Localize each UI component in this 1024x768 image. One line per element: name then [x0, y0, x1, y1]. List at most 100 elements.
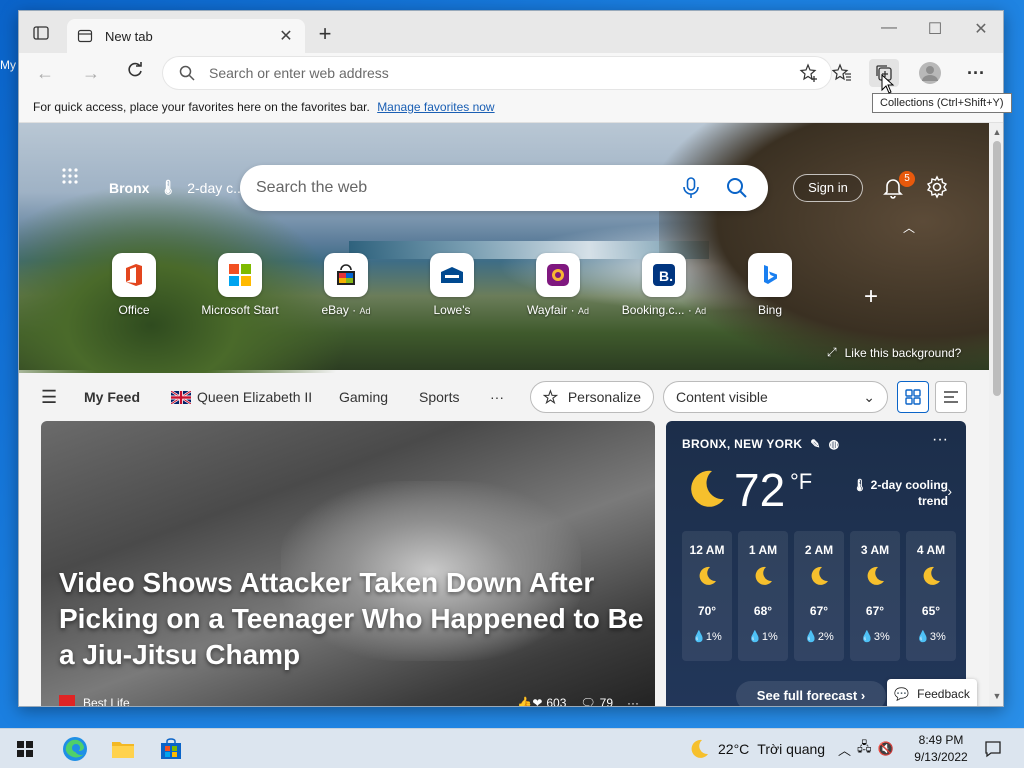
scroll-up-arrow-icon[interactable]: ▲	[991, 127, 1003, 137]
chevron-right-icon[interactable]: ›	[947, 483, 952, 499]
background-image	[19, 123, 989, 373]
ebay-icon	[324, 253, 368, 297]
add-favorite-icon[interactable]	[799, 63, 819, 83]
weather-card[interactable]: BRONX, NEW YORK ✎ ◍ ··· 72 °F 🌡 2-day co…	[666, 421, 966, 706]
quicklink-wayfair[interactable]: Wayfair · Ad	[508, 253, 608, 317]
top-story-card[interactable]: Video Shows Attacker Taken Down After Pi…	[41, 421, 655, 707]
address-input[interactable]	[209, 65, 799, 81]
quicklink-label: Microsoft Start	[201, 303, 279, 317]
tab-my-feed[interactable]: My Feed	[84, 389, 140, 405]
tab-queen-elizabeth[interactable]: Queen Elizabeth II	[171, 389, 312, 405]
see-full-forecast-button[interactable]: See full forecast ›	[736, 681, 886, 706]
tab-gaming[interactable]: Gaming	[339, 389, 388, 405]
personalize-button[interactable]: Personalize	[530, 381, 654, 413]
manage-favorites-link[interactable]: Manage favorites now	[377, 100, 494, 114]
show-hidden-icons-chevron-icon[interactable]: ︿	[838, 740, 851, 759]
sign-in-button[interactable]: Sign in	[793, 174, 863, 202]
location-weather[interactable]: Bronx 🌡 2-day c...	[109, 179, 245, 196]
taskbar-clock[interactable]: 8:49 PM 9/13/2022	[906, 732, 976, 766]
edit-pencil-icon[interactable]: ✎	[810, 437, 820, 451]
moon-icon	[811, 566, 828, 585]
comments-button[interactable]: 🗨 79	[580, 696, 613, 706]
new-tab-button[interactable]: +	[313, 23, 337, 45]
tab-sports[interactable]: Sports	[419, 389, 459, 405]
moon-icon	[699, 566, 716, 585]
quicklink-microsoft-start[interactable]: Microsoft Start	[190, 253, 290, 317]
hour-precip-value: 1%	[705, 631, 722, 643]
quicklink-booking[interactable]: B. Booking.c... · Ad	[614, 253, 714, 317]
hamburger-menu-icon[interactable]: ☰	[41, 387, 57, 408]
hour-item[interactable]: 12 AM 70° 💧1%	[682, 531, 732, 661]
settings-more-button[interactable]: ···	[961, 59, 991, 87]
taskbar-weather[interactable]: 22°C Trời quang	[688, 729, 825, 768]
scroll-down-arrow-icon[interactable]: ▼	[991, 691, 1003, 701]
weather-more-button[interactable]: ···	[932, 431, 948, 449]
taskbar: 22°C Trời quang ︿ 🖧 🔇 8:49 PM 9/13/2022	[0, 728, 1024, 768]
quicklink-ebay[interactable]: eBay · Ad	[296, 253, 396, 317]
web-search-input[interactable]	[256, 179, 682, 197]
desktop-icon-label[interactable]: My	[0, 58, 16, 72]
weather-location-name: BRONX, NEW YORK	[682, 437, 803, 451]
reactions-button[interactable]: 👍❤ 603	[517, 696, 567, 707]
tab-new-tab[interactable]: New tab ✕	[67, 19, 305, 53]
hour-item[interactable]: 2 AM 67° 💧2%	[794, 531, 844, 661]
reactions-count: 603	[546, 696, 567, 707]
office-icon	[112, 253, 156, 297]
weather-location[interactable]: BRONX, NEW YORK ✎ ◍	[682, 437, 839, 451]
grid-view-icon	[905, 389, 921, 405]
collections-tooltip: Collections (Ctrl+Shift+Y)	[872, 93, 1012, 113]
quicklink-bing[interactable]: Bing	[720, 253, 820, 317]
forward-button[interactable]: →	[77, 61, 105, 85]
collapse-chevron-icon[interactable]: ︿	[903, 219, 915, 236]
story-headline[interactable]: Video Shows Attacker Taken Down After Pi…	[59, 565, 649, 673]
start-button[interactable]	[10, 735, 40, 763]
temperature-unit[interactable]: °F	[790, 469, 812, 495]
grid-view-button[interactable]	[897, 381, 929, 413]
scrollbar-thumb[interactable]	[993, 141, 1001, 396]
quicklink-lowes[interactable]: Lowe's	[402, 253, 502, 317]
address-bar[interactable]	[163, 57, 831, 89]
globe-icon[interactable]: ◍	[829, 437, 840, 451]
hour-temp: 67°	[809, 604, 829, 618]
page-settings-gear-icon[interactable]	[925, 175, 949, 199]
mouse-cursor-icon	[881, 74, 895, 94]
volume-muted-icon[interactable]: 🔇	[878, 741, 894, 757]
content-visibility-select[interactable]: Content visible ⌄	[663, 381, 888, 413]
hour-item[interactable]: 1 AM 68° 💧1%	[738, 531, 788, 661]
hour-item[interactable]: 3 AM 67° 💧3%	[850, 531, 900, 661]
story-more-button[interactable]: ···	[627, 696, 639, 706]
feedback-button[interactable]: 💬 Feedback	[887, 679, 977, 706]
weather-trend[interactable]: 🌡 2-day cooling trend	[838, 477, 948, 509]
like-background-button[interactable]: ⤢ Like this background?	[827, 345, 961, 360]
feed-more-button[interactable]: ···	[490, 389, 504, 405]
apps-launcher-icon[interactable]	[61, 167, 81, 187]
page-scrollbar[interactable]: ▲ ▼	[989, 123, 1003, 706]
edge-browser-icon	[63, 737, 87, 761]
taskbar-store-button[interactable]	[156, 735, 186, 763]
refresh-button[interactable]	[121, 61, 149, 85]
taskbar-file-explorer-button[interactable]	[108, 735, 138, 763]
microphone-icon[interactable]	[682, 177, 700, 199]
profile-button[interactable]	[915, 59, 945, 87]
quicklink-office[interactable]: Office	[84, 253, 184, 317]
close-window-button[interactable]: ✕	[961, 19, 1001, 39]
close-tab-icon[interactable]: ✕	[277, 26, 295, 46]
notification-center-button[interactable]	[978, 735, 1008, 763]
back-button[interactable]: ←	[31, 61, 59, 85]
store-icon	[161, 738, 181, 759]
minimize-button[interactable]: —	[869, 19, 909, 37]
tab-actions-button[interactable]	[27, 21, 55, 45]
hour-item[interactable]: 4 AM 65° 💧3%	[906, 531, 956, 661]
search-submit-icon[interactable]	[726, 177, 748, 199]
droplet-icon: 💧	[748, 631, 762, 643]
list-view-button[interactable]	[935, 381, 967, 413]
droplet-icon: 💧	[692, 631, 706, 643]
favorites-button[interactable]	[827, 59, 857, 87]
taskbar-edge-button[interactable]	[60, 735, 90, 763]
maximize-button[interactable]: ☐	[915, 19, 955, 39]
network-icon[interactable]: 🖧	[857, 738, 872, 760]
quicklink-label: Booking.c...	[621, 303, 685, 317]
web-search-box[interactable]	[240, 165, 768, 211]
hour-precip: 💧3%	[850, 630, 900, 643]
add-quicklink-button[interactable]: +	[864, 283, 878, 311]
